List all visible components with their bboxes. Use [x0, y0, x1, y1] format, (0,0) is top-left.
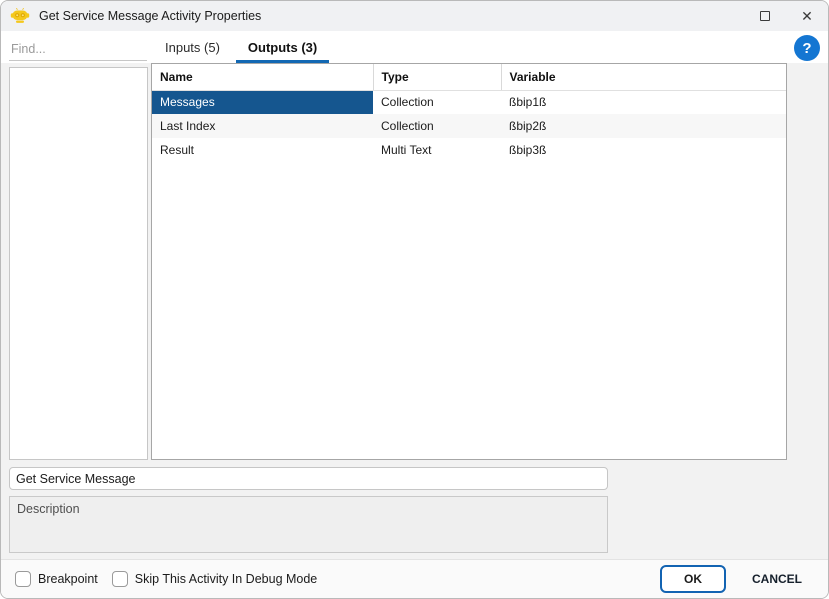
checkbox-group: Breakpoint Skip This Activity In Debug M…	[15, 571, 317, 587]
window-title: Get Service Message Activity Properties	[39, 9, 262, 23]
cell-type[interactable]: Collection	[373, 90, 501, 114]
close-button[interactable]: ✕	[786, 1, 828, 31]
robot-app-icon	[10, 7, 30, 25]
activity-list-panel[interactable]	[9, 67, 148, 460]
table-row[interactable]: Last Index Collection ßbip2ß	[152, 114, 786, 138]
cancel-button[interactable]: CANCEL	[744, 565, 810, 593]
tab-outputs[interactable]: Outputs (3)	[235, 34, 330, 63]
table-header-row: Name Type Variable	[152, 64, 786, 91]
cell-name[interactable]: Last Index	[152, 114, 373, 138]
find-input[interactable]	[9, 37, 147, 61]
tab-inputs[interactable]: Inputs (5)	[153, 34, 232, 63]
titlebar: Get Service Message Activity Properties …	[1, 1, 828, 31]
table-row[interactable]: Result Multi Text ßbip3ß	[152, 138, 786, 162]
footer-bar: Breakpoint Skip This Activity In Debug M…	[1, 559, 828, 598]
cell-type[interactable]: Multi Text	[373, 138, 501, 162]
cell-variable[interactable]: ßbip1ß	[501, 90, 786, 114]
table-row[interactable]: Messages Collection ßbip1ß	[152, 90, 786, 114]
outputs-table: Name Type Variable Messages Collection ß…	[151, 63, 787, 460]
tab-bar: Inputs (5) Outputs (3)	[153, 34, 330, 63]
activity-name-input[interactable]	[9, 467, 608, 490]
column-header-name[interactable]: Name	[152, 64, 373, 91]
breakpoint-label: Breakpoint	[38, 572, 98, 586]
help-button[interactable]: ?	[794, 35, 820, 61]
cell-name[interactable]: Result	[152, 138, 373, 162]
column-header-type[interactable]: Type	[372, 64, 501, 91]
column-header-variable[interactable]: Variable	[500, 64, 786, 91]
cell-name[interactable]: Messages	[152, 90, 373, 114]
question-mark-icon: ?	[802, 39, 812, 57]
cell-variable[interactable]: ßbip2ß	[501, 114, 786, 138]
description-textarea[interactable]	[9, 496, 608, 553]
skip-debug-checkbox[interactable]: Skip This Activity In Debug Mode	[111, 571, 318, 587]
dialog-window: Get Service Message Activity Properties …	[0, 0, 829, 599]
checkbox-icon	[15, 571, 31, 587]
breakpoint-checkbox[interactable]: Breakpoint	[15, 571, 98, 587]
checkbox-icon	[111, 571, 128, 587]
maximize-button[interactable]	[744, 1, 786, 31]
cell-variable[interactable]: ßbip3ß	[501, 138, 786, 162]
ok-button[interactable]: OK	[660, 565, 726, 593]
skip-debug-label: Skip This Activity In Debug Mode	[134, 572, 318, 586]
cell-type[interactable]: Collection	[373, 114, 501, 138]
maximize-icon	[760, 11, 770, 21]
close-icon: ✕	[801, 8, 813, 24]
